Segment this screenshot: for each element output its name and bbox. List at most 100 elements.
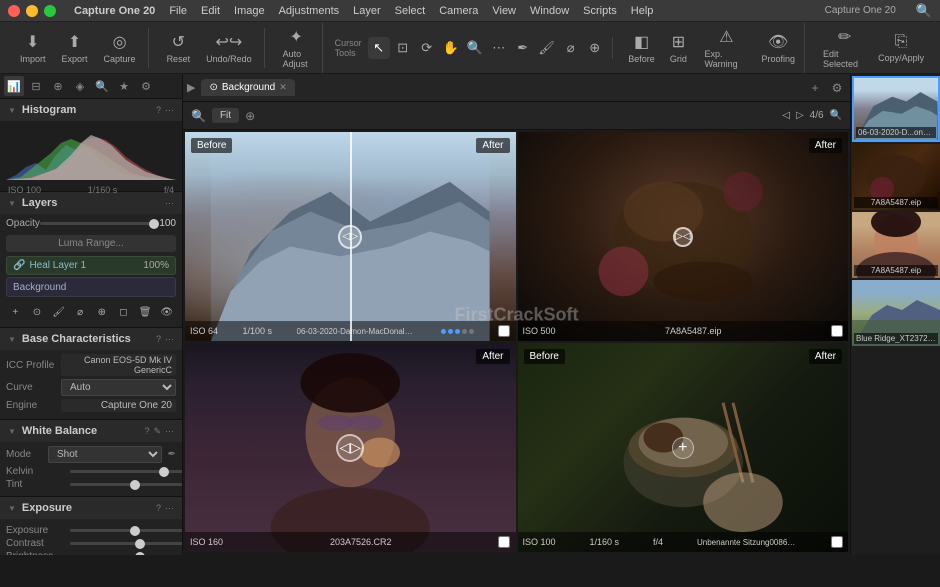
panel-icon-wb[interactable]: ◈	[70, 76, 90, 96]
layer-visibility-icon[interactable]: 👁	[157, 301, 176, 323]
menu-item-window[interactable]: Window	[530, 5, 569, 17]
bowl-plus-btn[interactable]: +	[672, 437, 694, 459]
auto-adjust-button[interactable]: ✦ Auto Adjust	[277, 23, 316, 73]
mountains-checkbox[interactable]	[498, 325, 510, 337]
fit-button[interactable]: Fit	[212, 108, 239, 123]
menu-item-scripts[interactable]: Scripts	[583, 5, 617, 17]
filmstrip-item-mountains[interactable]: 06-03-2020-D...onald-0021.tif	[852, 76, 940, 142]
menu-item-layer[interactable]: Layer	[353, 5, 381, 17]
close-button[interactable]	[8, 5, 20, 17]
panel-icon-star[interactable]: ★	[114, 76, 134, 96]
maximize-button[interactable]	[44, 5, 56, 17]
panel-icon-settings[interactable]: ⚙	[136, 76, 156, 96]
portrait-play-btn[interactable]: ◁▷	[336, 434, 364, 462]
split-handle[interactable]: ◁▷	[338, 225, 362, 249]
import-button[interactable]: ⬇ Import	[14, 28, 52, 68]
export-button[interactable]: ⬆ Export	[56, 28, 94, 68]
histogram-help-icon[interactable]: ?	[156, 105, 161, 115]
cursor-measure-icon[interactable]: ⋯	[488, 37, 510, 59]
grid-button[interactable]: ⊞ Grid	[662, 28, 694, 68]
curve-dropdown[interactable]: Auto	[61, 379, 176, 396]
layer-heal-icon[interactable]: ⌀	[71, 301, 90, 323]
menu-item-select[interactable]: Select	[395, 5, 426, 17]
proofing-button[interactable]: 👁 Proofing	[758, 28, 797, 68]
search-icon[interactable]: 🔍	[916, 3, 932, 19]
opacity-slider[interactable]	[40, 222, 159, 225]
panel-icon-base[interactable]: ⊕	[48, 76, 68, 96]
luma-range-button[interactable]: Luma Range...	[6, 235, 176, 252]
nav-next-icon[interactable]: ▷	[796, 110, 804, 121]
tint-slider[interactable]	[70, 483, 183, 486]
menu-item-app[interactable]: Capture One 20	[74, 5, 155, 17]
panel-icon-histogram[interactable]: 📊	[4, 76, 24, 96]
before-button[interactable]: ◧ Before	[625, 28, 659, 68]
filmstrip-item-chocolate[interactable]: 7A8A5487.eip	[852, 144, 940, 210]
layers-more-icon[interactable]: ⋯	[165, 198, 174, 209]
cursor-pan-icon[interactable]: ✋	[440, 37, 462, 59]
layer-delete-icon[interactable]: 🗑	[136, 301, 155, 323]
wb-mode-dropdown[interactable]: Shot	[48, 446, 162, 463]
layer-add-icon[interactable]: +	[6, 301, 25, 323]
background-layer-item[interactable]: Background	[6, 277, 176, 297]
food-play-btn[interactable]: ▷◁	[673, 227, 693, 247]
menu-item-edit[interactable]: Edit	[201, 5, 220, 17]
cursor-picker-icon[interactable]: ✒	[512, 37, 534, 59]
image-cell-food[interactable]: After ▷◁ ISO 500 7A8A5487.eip	[518, 132, 849, 341]
base-char-header[interactable]: ▼ Base Characteristics ? ⋯	[0, 328, 182, 350]
zoom-out-icon[interactable]: 🔍	[191, 109, 206, 123]
food-checkbox[interactable]	[831, 325, 843, 337]
tab-close-icon[interactable]: ✕	[279, 82, 287, 93]
cursor-brush-icon[interactable]: 🖌	[536, 37, 558, 59]
layer-mask-icon[interactable]: ⊙	[28, 301, 47, 323]
background-tab[interactable]: ⊙ Background ✕	[201, 79, 294, 96]
exposure-header[interactable]: ▼ Exposure ? ⋯	[0, 497, 182, 519]
histogram-more-icon[interactable]: ⋯	[165, 105, 174, 116]
exposure-help-icon[interactable]: ?	[156, 503, 161, 513]
base-char-more-icon[interactable]: ⋯	[165, 334, 174, 345]
edit-selected-button[interactable]: ✏ Edit Selected	[817, 23, 872, 73]
copy-apply-button[interactable]: ⎘ Copy/Apply	[876, 29, 926, 67]
exposure-slider[interactable]	[70, 529, 183, 532]
image-cell-mountains[interactable]: ◁▷ Before After ISO 64 1/100 s 06-03-202…	[185, 132, 516, 341]
panel-icon-search[interactable]: 🔍	[92, 76, 112, 96]
minimize-button[interactable]	[26, 5, 38, 17]
wb-picker-icon[interactable]: ✒	[168, 449, 176, 460]
wb-header[interactable]: ▼ White Balance ? ✎ ⋯	[0, 420, 182, 442]
undo-redo-button[interactable]: ↩↪ Undo/Redo	[200, 28, 258, 68]
cursor-zoom-icon[interactable]: 🔍	[464, 37, 486, 59]
layer-eraser-icon[interactable]: ◻	[114, 301, 133, 323]
exposure-more-icon[interactable]: ⋯	[165, 503, 174, 514]
zoom-in-icon[interactable]: ⊕	[245, 109, 255, 123]
image-cell-portrait[interactable]: After ◁▷ ISO 160 203A7526.CR2	[185, 343, 516, 552]
exp-warning-button[interactable]: ⚠ Exp. Warning	[698, 23, 754, 73]
cursor-rotate-icon[interactable]: ⟳	[416, 37, 438, 59]
wb-edit-icon[interactable]: ✎	[153, 426, 161, 437]
menu-item-file[interactable]: File	[169, 5, 187, 17]
view-search-icon[interactable]: 🔍	[830, 110, 842, 121]
menu-item-camera[interactable]: Camera	[439, 5, 478, 17]
bowl-checkbox[interactable]	[831, 536, 843, 548]
tab-bar-arrow-icon[interactable]: ▶	[187, 81, 195, 94]
wb-help-icon[interactable]: ?	[144, 426, 149, 436]
heal-layer-item[interactable]: 🔗 Heal Layer 1 100%	[6, 256, 176, 275]
cursor-crop-icon[interactable]: ⊡	[392, 37, 414, 59]
cursor-clone-icon[interactable]: ⊕	[584, 37, 606, 59]
tab-add-button[interactable]: +	[806, 79, 824, 97]
portrait-checkbox[interactable]	[498, 536, 510, 548]
base-char-help-icon[interactable]: ?	[156, 334, 161, 344]
menu-item-help[interactable]: Help	[631, 5, 654, 17]
tab-settings-icon[interactable]: ⚙	[828, 79, 846, 97]
contrast-slider[interactable]	[70, 542, 183, 545]
filmstrip-item-landscape[interactable]: Blue Ridge_XT23721.RAF	[852, 280, 940, 346]
image-cell-bowl[interactable]: Before After + ISO 100 1/160 s f/4 Unben…	[518, 343, 849, 552]
nav-prev-icon[interactable]: ◁	[782, 110, 790, 121]
reset-button[interactable]: ↺ Reset	[161, 28, 197, 68]
wb-more-icon[interactable]: ⋯	[165, 426, 174, 437]
cursor-select-icon[interactable]: ↖	[368, 37, 390, 59]
menu-item-image[interactable]: Image	[234, 5, 265, 17]
layer-brush-icon[interactable]: 🖌	[49, 301, 68, 323]
menu-item-view[interactable]: View	[492, 5, 516, 17]
histogram-header[interactable]: ▼ Histogram ? ⋯	[0, 99, 182, 121]
kelvin-slider[interactable]	[70, 470, 183, 473]
filmstrip-item-portrait[interactable]: 7A8A5487.eip	[852, 212, 940, 278]
